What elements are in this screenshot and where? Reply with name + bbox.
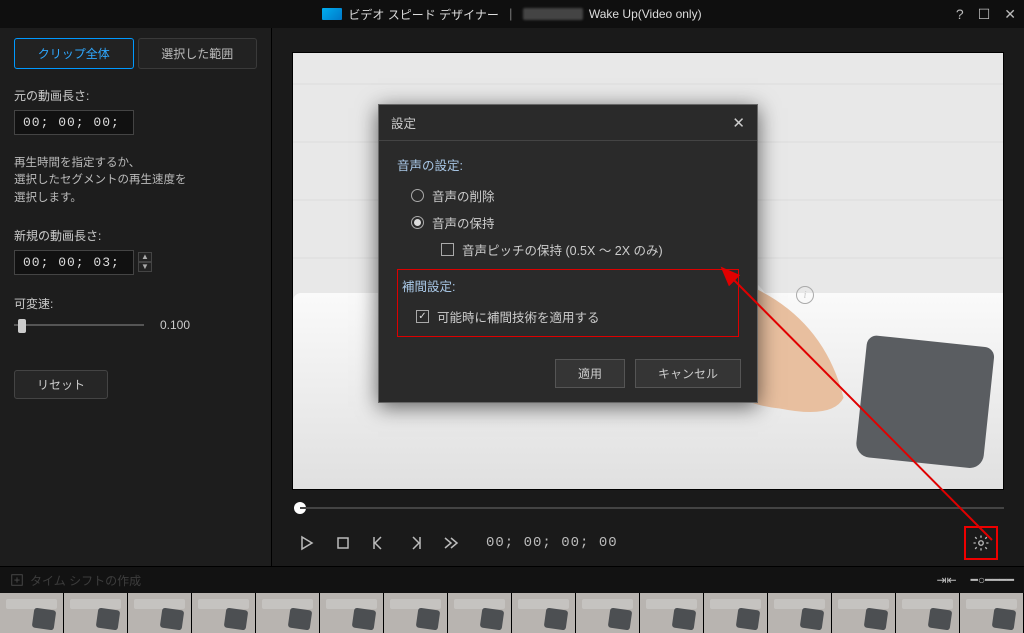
dialog-close-icon[interactable]: ✕ [732, 114, 745, 132]
new-length-stepper[interactable]: ▲ ▼ [138, 252, 152, 272]
zoom-slider-icon[interactable]: ━○━━━━ [971, 573, 1014, 587]
prev-frame-button[interactable] [370, 534, 388, 552]
thumbnail-strip[interactable] [0, 593, 1024, 633]
thumbnail[interactable] [64, 593, 128, 633]
title-separator: ｜ [505, 6, 517, 23]
checkbox-keep-pitch-label: 音声ピッチの保持 (0.5X ～ 2X のみ) [462, 240, 663, 259]
thumbnail[interactable] [128, 593, 192, 633]
radio-remove-audio-label: 音声の削除 [432, 186, 495, 205]
radio-icon [411, 216, 424, 229]
checkbox-icon [416, 310, 429, 323]
thumbnail[interactable] [832, 593, 896, 633]
thumbnail[interactable] [0, 593, 64, 633]
info-icon[interactable]: i [796, 286, 814, 304]
audio-settings-label: 音声の設定: [397, 155, 739, 174]
marker-tool-icon[interactable]: ⇥⇤ [937, 573, 957, 587]
original-length-value [14, 110, 134, 135]
checkbox-apply-interpolation[interactable]: 可能時に補間技術を適用する [402, 303, 734, 330]
preview-scrubber[interactable] [292, 496, 1004, 520]
variable-speed-value: 0.100 [160, 318, 190, 332]
thumbnail[interactable] [960, 593, 1024, 633]
thumbnail[interactable] [448, 593, 512, 633]
next-frame-button[interactable] [406, 534, 424, 552]
thumbnail[interactable] [704, 593, 768, 633]
create-timeshift-button[interactable]: タイム シフトの作成 [10, 572, 141, 589]
original-length-label: 元の動画長さ: [14, 87, 257, 104]
thumbnail[interactable] [192, 593, 256, 633]
app-icon [322, 8, 342, 20]
variable-speed-label: 可変速: [14, 295, 257, 312]
stepper-down-icon[interactable]: ▼ [138, 262, 152, 272]
thumbnail[interactable] [576, 593, 640, 633]
play-button[interactable] [298, 534, 316, 552]
scope-tabs: クリップ全体 選択した範囲 [14, 38, 257, 69]
dialog-title: 設定 [391, 113, 416, 132]
thumbnail[interactable] [640, 593, 704, 633]
close-button[interactable]: ✕ [1004, 6, 1016, 23]
timeline: タイム シフトの作成 ⇥⇤ ━○━━━━ [0, 566, 1024, 632]
fast-forward-button[interactable] [442, 534, 460, 552]
maximize-button[interactable]: ☐ [978, 6, 991, 23]
thumbnail[interactable] [256, 593, 320, 633]
thumbnail[interactable] [768, 593, 832, 633]
variable-speed-slider[interactable] [14, 319, 144, 331]
checkbox-keep-pitch[interactable]: 音声ピッチの保持 (0.5X ～ 2X のみ) [427, 236, 739, 263]
tab-selected-range[interactable]: 選択した範囲 [138, 38, 258, 69]
clip-prefix-obscured [523, 8, 583, 20]
left-panel: クリップ全体 選択した範囲 元の動画長さ: 再生時間を指定するか、 選択したセグ… [0, 28, 272, 566]
clip-name: Wake Up(Video only) [589, 7, 702, 21]
settings-button[interactable] [964, 526, 998, 560]
thumbnail[interactable] [320, 593, 384, 633]
playback-timecode: 00; 00; 00; 00 [486, 535, 618, 551]
apply-button[interactable]: 適用 [555, 359, 625, 388]
radio-icon [411, 189, 424, 202]
app-title: ビデオ スピード デザイナー [348, 6, 498, 23]
reset-button[interactable]: リセット [14, 370, 108, 399]
new-length-label: 新規の動画長さ: [14, 227, 257, 244]
mode-description: 再生時間を指定するか、 選択したセグメントの再生速度を 選択します。 [14, 155, 257, 207]
titlebar: ビデオ スピード デザイナー ｜ Wake Up(Video only) ? ☐… [0, 0, 1024, 28]
thumbnail[interactable] [384, 593, 448, 633]
stop-button[interactable] [334, 534, 352, 552]
tab-whole-clip[interactable]: クリップ全体 [14, 38, 134, 69]
checkbox-icon [441, 243, 454, 256]
radio-keep-audio[interactable]: 音声の保持 [397, 209, 739, 236]
thumbnail[interactable] [512, 593, 576, 633]
help-button[interactable]: ? [956, 6, 964, 23]
playback-controls: 00; 00; 00; 00 [292, 520, 1004, 566]
interpolation-settings-label: 補間設定: [402, 276, 734, 295]
settings-dialog: 設定 ✕ 音声の設定: 音声の削除 音声の保持 音声ピッチの保持 (0.5X ～… [378, 104, 758, 403]
stepper-up-icon[interactable]: ▲ [138, 252, 152, 262]
checkbox-apply-interpolation-label: 可能時に補間技術を適用する [437, 307, 600, 326]
cancel-button[interactable]: キャンセル [635, 359, 741, 388]
radio-keep-audio-label: 音声の保持 [432, 213, 495, 232]
radio-remove-audio[interactable]: 音声の削除 [397, 182, 739, 209]
thumbnail[interactable] [896, 593, 960, 633]
interpolation-highlight: 補間設定: 可能時に補間技術を適用する i [397, 269, 739, 337]
new-length-input[interactable] [14, 250, 134, 275]
